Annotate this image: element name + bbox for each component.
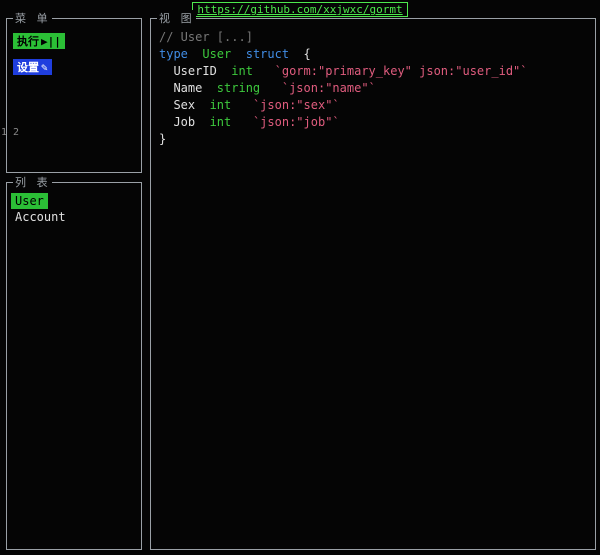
code-line: Sex int `json:"sex"`	[159, 97, 587, 114]
code-field-name: UserID	[159, 64, 231, 78]
play-icon: ▶||	[41, 35, 61, 48]
view-panel: 视 图 // User [...]type User struct { User…	[150, 18, 596, 550]
run-button[interactable]: 执行 ▶||	[13, 33, 65, 49]
settings-button[interactable]: 设置 ✎	[13, 59, 52, 75]
list-panel-title: 列 表	[13, 174, 52, 190]
code-line: Name string `json:"name"`	[159, 80, 587, 97]
code-line: Job int `json:"job"`	[159, 114, 587, 131]
repo-url-link[interactable]: https://github.com/xxjwxc/gormt	[192, 2, 407, 17]
code-field-name: Job	[159, 115, 210, 129]
code-line: // User [...]	[159, 29, 587, 46]
code-field-type: int	[231, 64, 253, 78]
menu-panel-title: 菜 单	[13, 10, 52, 26]
code-line: UserID int `gorm:"primary_key" json:"use…	[159, 63, 587, 80]
code-typename: User	[202, 47, 231, 61]
menu-panel: 菜 单 执行 ▶|| 设置 ✎	[6, 18, 142, 173]
code-field-type: string	[217, 81, 260, 95]
app-root: https://github.com/xxjwxc/gormt 1 2 菜 单 …	[0, 0, 600, 555]
view-panel-title: 视 图	[157, 10, 196, 26]
code-field-name: Name	[159, 81, 217, 95]
list-panel: 列 表 UserAccount	[6, 182, 142, 550]
list-item[interactable]: User	[11, 193, 48, 209]
list-body: UserAccount	[7, 183, 141, 235]
code-keyword: struct	[246, 47, 289, 61]
code-field-name: Sex	[159, 98, 210, 112]
code-comment: // User [...]	[159, 30, 253, 44]
run-button-label: 执行	[17, 33, 39, 49]
code-line: type User struct {	[159, 46, 587, 63]
code-struct-tag: `json:"job"`	[253, 115, 340, 129]
pencil-icon: ✎	[41, 61, 48, 74]
code-struct-tag: `gorm:"primary_key" json:"user_id"`	[275, 64, 528, 78]
list-item[interactable]: Account	[11, 209, 70, 225]
code-line: }	[159, 131, 587, 148]
settings-button-label: 设置	[17, 59, 39, 75]
code-field-type: int	[210, 115, 232, 129]
url-bar: https://github.com/xxjwxc/gormt	[0, 2, 600, 16]
code-struct-tag: `json:"name"`	[282, 81, 376, 95]
code-keyword: type	[159, 47, 188, 61]
code-body: // User [...] type User struct { UserID i…	[151, 19, 595, 158]
menu-body: 执行 ▶|| 设置 ✎	[7, 19, 141, 81]
code-struct-tag: `json:"sex"`	[253, 98, 340, 112]
code-field-type: int	[210, 98, 232, 112]
